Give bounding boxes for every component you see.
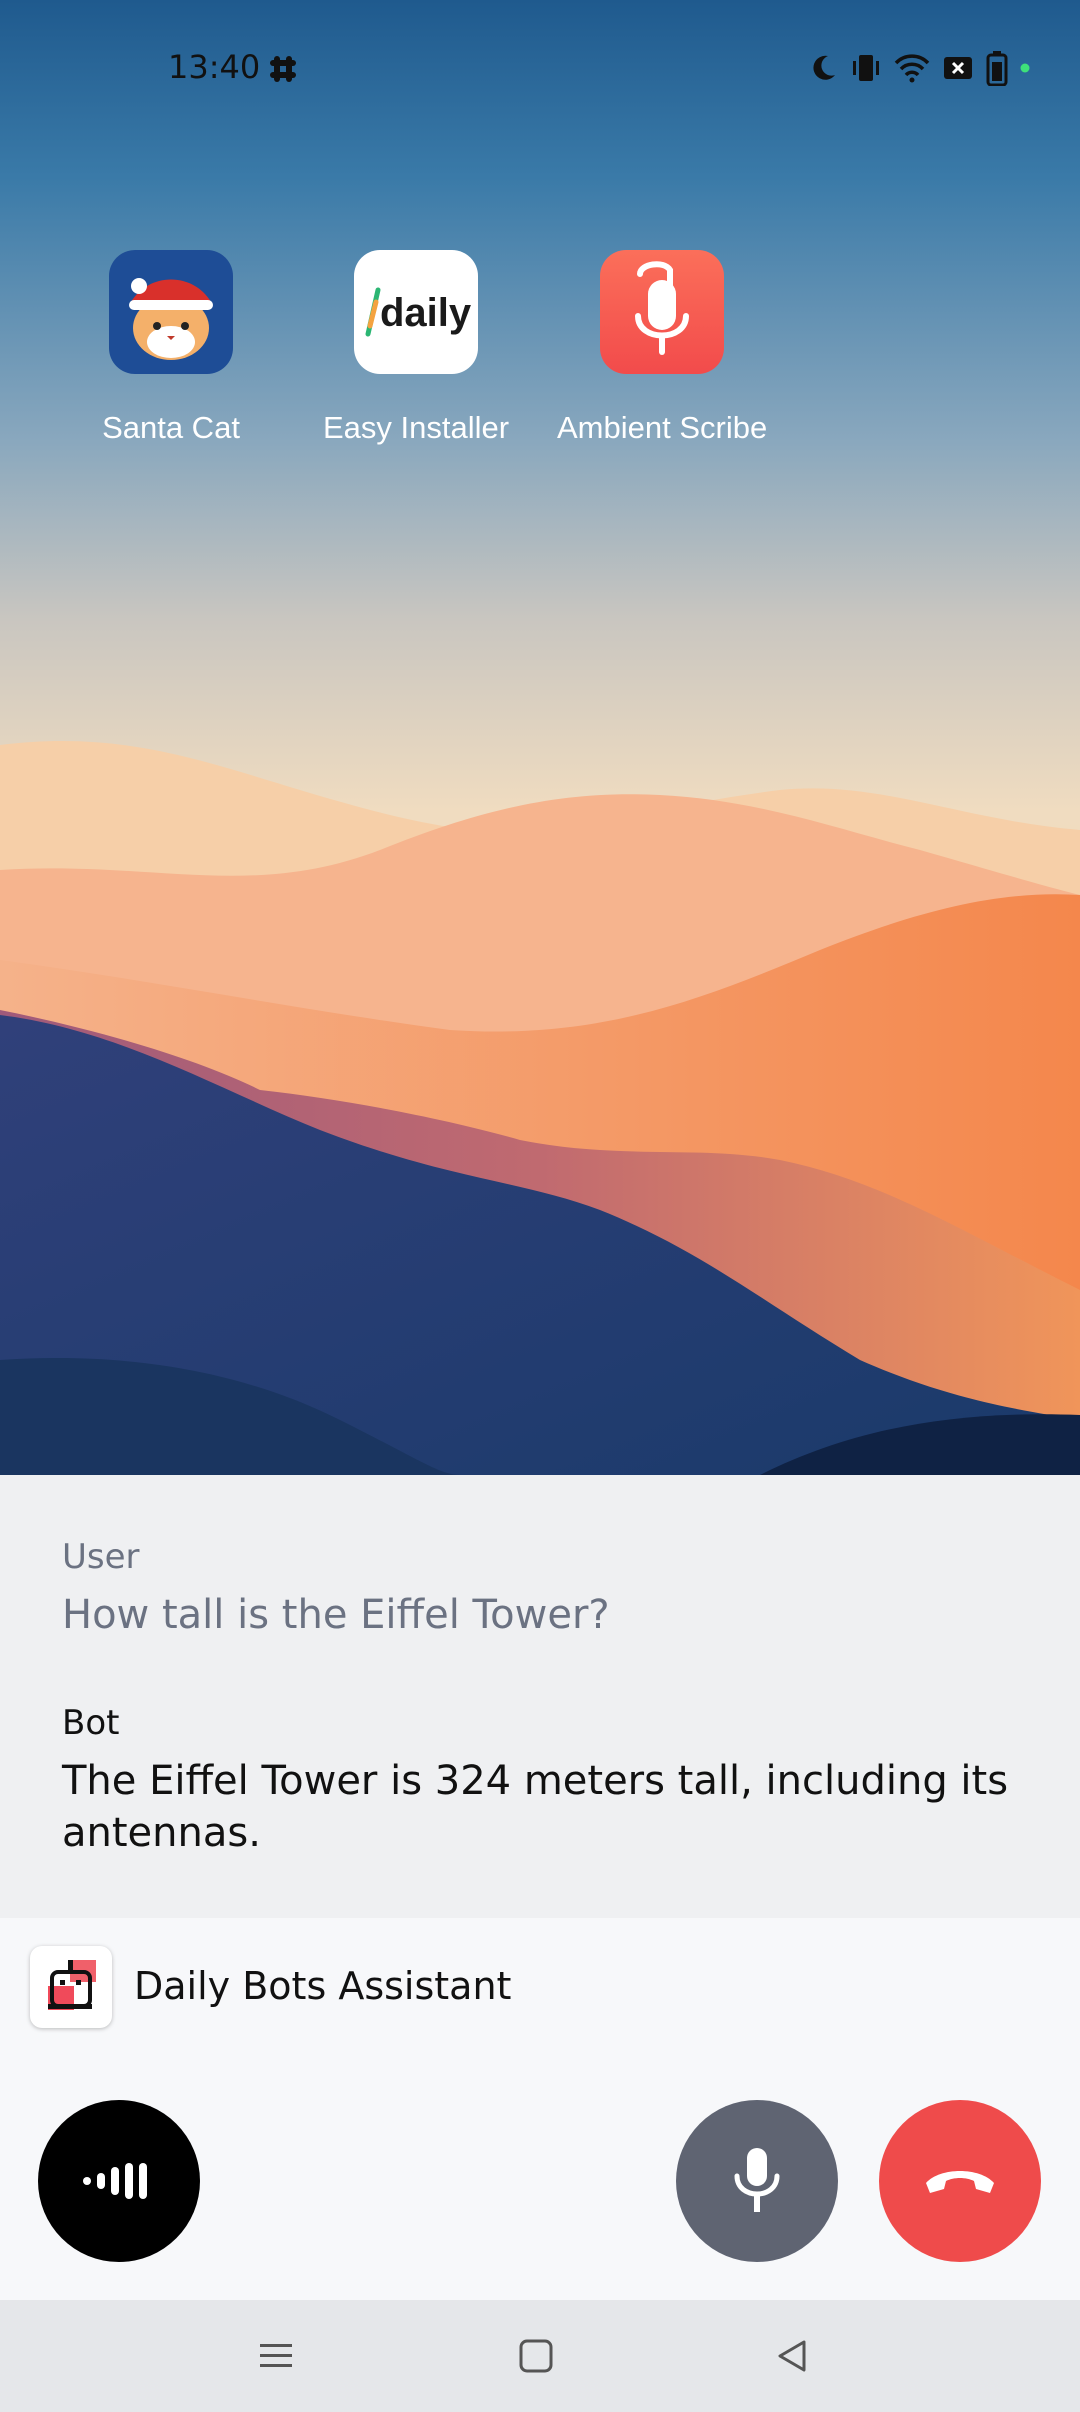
- microphone-icon: [734, 2148, 780, 2212]
- no-sim-icon: [942, 54, 974, 82]
- moon-icon: [808, 53, 838, 83]
- app-label: Ambient Scribe: [557, 410, 768, 445]
- status-icons: [808, 50, 1030, 86]
- mic-button[interactable]: [676, 2100, 838, 2262]
- hang-up-icon: [926, 2171, 994, 2193]
- navigation-bar: [0, 2300, 1080, 2412]
- bot-message: The Eiffel Tower is 324 meters tall, inc…: [62, 1758, 1009, 1856]
- wallpaper: [0, 0, 1080, 1475]
- audio-button[interactable]: [38, 2100, 200, 2262]
- vibrate-icon: [850, 52, 882, 84]
- bot-label: Bot: [62, 1703, 120, 1743]
- transcript-panel: User How tall is the Eiffel Tower? Bot T…: [0, 1475, 1080, 1918]
- app-ambient-scribe[interactable]: Ambient Scribe: [557, 250, 767, 446]
- app-label: Easy Installer: [322, 410, 510, 445]
- daily-logo-text: daily: [380, 291, 472, 335]
- assistant-panel: Daily Bots Assistant: [0, 1918, 1080, 2300]
- app-easy-installer[interactable]: daily Easy Installer: [311, 250, 521, 446]
- home-square-icon: [519, 2339, 553, 2373]
- status-time: 13:40: [168, 48, 261, 86]
- status-bar: 13:40: [0, 0, 1080, 135]
- wallpaper-landscape: [0, 0, 1080, 1475]
- back-triangle-icon: [778, 2340, 806, 2372]
- app-label: Santa Cat: [102, 410, 240, 445]
- microphone-clip-icon: [600, 250, 724, 374]
- daily-logo-icon: daily: [354, 250, 478, 374]
- audio-levels-icon: [83, 2163, 147, 2199]
- wifi-icon: [894, 53, 930, 83]
- robot-logo-icon: [30, 1946, 112, 2028]
- back-button[interactable]: [764, 2328, 820, 2384]
- menu-button[interactable]: [248, 2328, 304, 2384]
- slack-icon: [268, 54, 298, 89]
- app-santa-cat[interactable]: Santa Cat: [66, 250, 276, 446]
- assistant-name: Daily Bots Assistant: [134, 1964, 512, 2008]
- user-message: How tall is the Eiffel Tower?: [62, 1592, 610, 1638]
- end-call-button[interactable]: [879, 2100, 1041, 2262]
- user-label: User: [62, 1537, 140, 1577]
- home-button[interactable]: [508, 2328, 564, 2384]
- menu-icon: [260, 2344, 292, 2367]
- battery-icon: [986, 50, 1008, 86]
- santa-cat-icon: [109, 250, 233, 374]
- green-dot-indicator: [1020, 63, 1030, 73]
